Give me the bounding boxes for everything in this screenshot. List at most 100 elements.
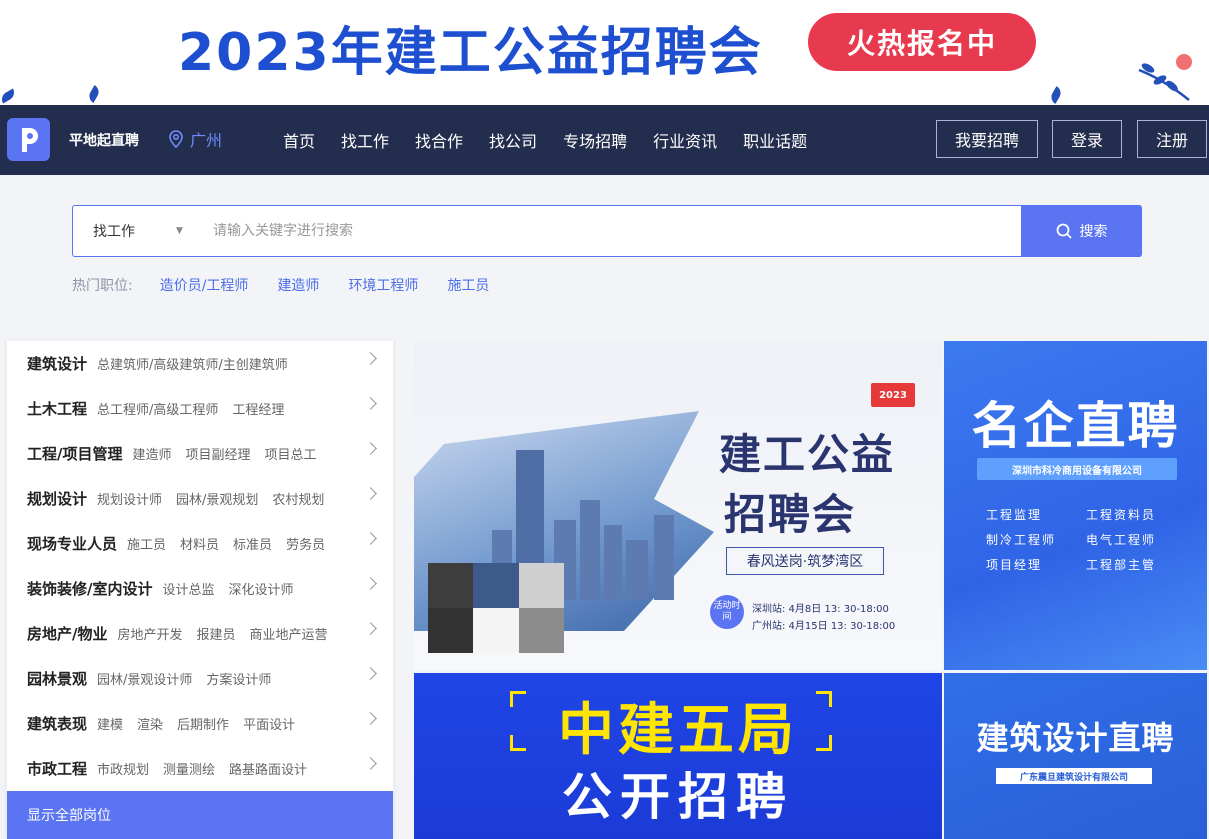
ad-main-title-line1: 建工公益	[719, 430, 896, 479]
category-name: 土木工程	[27, 400, 88, 418]
search-type-dropdown[interactable]: 找工作 ▼	[73, 206, 203, 256]
category-name: 工程/项目管理	[27, 445, 123, 463]
nav-link-special-recruitment[interactable]: 专场招聘	[550, 128, 640, 152]
category-sub-link[interactable]: 路基路面设计	[229, 759, 307, 778]
chevron-right-icon	[364, 487, 377, 500]
search-button-label: 搜索	[1079, 224, 1108, 240]
nav-link-industry-news[interactable]: 行业资讯	[640, 128, 730, 152]
category-row[interactable]: 规划设计 规划设计师 园林/景观规划 农村规划	[7, 476, 393, 521]
nav-link-find-company[interactable]: 找公司	[476, 128, 550, 152]
qr-code-image[interactable]	[428, 563, 564, 653]
login-button[interactable]: 登录	[1052, 120, 1122, 158]
hot-jobs: 热门职位: 造价员/工程师 建造师 环境工程师 施工员	[72, 275, 518, 295]
category-sub-link[interactable]: 市政规划	[97, 759, 149, 778]
city-label: 广州	[190, 131, 223, 150]
category-row[interactable]: 土木工程 总工程师/高级工程师 工程经理	[7, 386, 393, 431]
category-sub-link[interactable]: 园林/景观规划	[176, 489, 258, 508]
cscec-recruitment-ad[interactable]: 中建五局 公开招聘	[414, 673, 942, 839]
ad-job-title: 制冷工程师	[986, 533, 1057, 547]
category-name: 市政工程	[27, 760, 88, 778]
category-sub-link[interactable]: 项目副经理	[186, 444, 251, 463]
brand-name[interactable]: 平地起直聘	[69, 130, 139, 150]
nav-link-find-partner[interactable]: 找合作	[402, 128, 476, 152]
search-button[interactable]: 搜索	[1021, 205, 1142, 257]
search-icon	[1056, 223, 1072, 239]
nav-link-home[interactable]: 首页	[270, 128, 328, 152]
category-row[interactable]: 园林景观 园林/景观设计师 方案设计师	[7, 656, 393, 701]
category-sub-link[interactable]: 渲染	[137, 714, 163, 733]
category-sub-link[interactable]: 设计总监	[162, 579, 214, 598]
architecture-design-ad[interactable]: 建筑设计直聘 广东震旦建筑设计有限公司	[944, 673, 1207, 839]
category-row[interactable]: 建筑表现 建模 渲染 后期制作 平面设计	[7, 701, 393, 746]
hot-job-link[interactable]: 施工员	[447, 275, 489, 295]
category-sub-link[interactable]: 总工程师/高级工程师	[97, 399, 218, 418]
category-row[interactable]: 市政工程 市政规划 测量测绘 路基路面设计	[7, 746, 393, 791]
job-category-panel: 建筑设计 总建筑师/高级建筑师/主创建筑师 土木工程 总工程师/高级工程师 工程…	[7, 341, 393, 839]
category-row[interactable]: 工程/项目管理 建造师 项目副经理 项目总工	[7, 431, 393, 476]
category-row[interactable]: 装饰装修/室内设计 设计总监 深化设计师	[7, 566, 393, 611]
category-name: 规划设计	[27, 490, 88, 508]
search-input[interactable]	[213, 214, 1013, 248]
hot-job-link[interactable]: 造价员/工程师	[160, 275, 249, 295]
category-sub-link[interactable]: 园林/景观设计师	[97, 669, 192, 688]
site-logo-icon[interactable]	[7, 118, 50, 161]
nav-link-career-topics[interactable]: 职业话题	[730, 128, 820, 152]
chevron-right-icon	[364, 757, 377, 770]
ad-job-title: 工程资料员	[1086, 508, 1157, 522]
ad-job-title: 工程部主管	[1086, 558, 1157, 572]
category-sub-link[interactable]: 商业地产运营	[250, 624, 328, 643]
top-nav: 平地起直聘 广州 首页 找工作 找合作 找公司 专场招聘 行业资讯 职业话题 我…	[0, 105, 1209, 175]
category-name: 建筑设计	[27, 355, 88, 373]
category-sub-link[interactable]: 后期制作	[177, 714, 229, 733]
category-sub-link[interactable]: 平面设计	[243, 714, 295, 733]
nav-link-find-job[interactable]: 找工作	[328, 128, 402, 152]
main-carousel-banner[interactable]: 2023 建工公益 招聘会 春风送岗·筑梦湾区 活动时间 深圳站: 4月8日 1…	[414, 341, 942, 670]
category-sub-link[interactable]: 建造师	[132, 444, 171, 463]
building-shape	[626, 540, 648, 600]
caret-down-icon: ▼	[176, 226, 183, 236]
category-sub-link[interactable]: 总建筑师/高级建筑师/主创建筑师	[97, 354, 288, 373]
chevron-right-icon	[364, 712, 377, 725]
ad-job-title: 工程监理	[986, 508, 1043, 522]
category-row[interactable]: 房地产/物业 房地产开发 报建员 商业地产运营	[7, 611, 393, 656]
leaf-decoration-icon	[0, 88, 17, 104]
register-button[interactable]: 注册	[1137, 120, 1207, 158]
category-sub-link[interactable]: 深化设计师	[229, 579, 294, 598]
category-sub-link[interactable]: 施工员	[127, 534, 166, 553]
ad-job-title: 项目经理	[986, 558, 1043, 572]
category-sub-link[interactable]: 测量测绘	[163, 759, 215, 778]
session-time: 广州站: 4月15日 13: 30-18:00	[752, 621, 896, 632]
session-time: 深圳站: 4月8日 13: 30-18:00	[752, 604, 889, 615]
famous-company-ad[interactable]: 名企直聘 深圳市科冷商用设备有限公司 工程监理 工程资料员 制冷工程师 电气工程…	[944, 341, 1207, 670]
leaf-decoration-icon	[1048, 86, 1064, 104]
building-shape	[654, 515, 674, 600]
category-row[interactable]: 现场专业人员 施工员 材料员 标准员 劳务员	[7, 521, 393, 566]
hot-job-link[interactable]: 建造师	[277, 275, 319, 295]
category-row[interactable]: 建筑设计 总建筑师/高级建筑师/主创建筑师	[7, 341, 393, 386]
category-sub-link[interactable]: 标准员	[233, 534, 272, 553]
category-sub-link[interactable]: 工程经理	[232, 399, 284, 418]
show-all-jobs-button[interactable]: 显示全部岗位	[7, 791, 393, 839]
category-sub-link[interactable]: 项目总工	[265, 444, 317, 463]
ad-main-title-line2: 招聘会	[724, 490, 857, 539]
city-selector[interactable]: 广州	[168, 127, 222, 151]
ad-main-slogan: 春风送岗·筑梦湾区	[726, 547, 884, 575]
category-sub-link[interactable]: 规划设计师	[97, 489, 162, 508]
hot-job-link[interactable]: 环境工程师	[348, 275, 418, 295]
category-sub-link[interactable]: 建模	[97, 714, 123, 733]
category-sub-link[interactable]: 房地产开发	[117, 624, 182, 643]
banner-title: 2023年建工公益招聘会	[178, 23, 763, 83]
category-sub-link[interactable]: 材料员	[180, 534, 219, 553]
category-sub-link[interactable]: 方案设计师	[206, 669, 271, 688]
category-sub-link[interactable]: 报建员	[197, 624, 236, 643]
category-sub-link[interactable]: 劳务员	[286, 534, 325, 553]
banner-signup-badge[interactable]: 火热报名中	[808, 13, 1036, 71]
chevron-right-icon	[364, 667, 377, 680]
cscec-subtitle: 公开招聘	[562, 768, 794, 826]
category-name: 园林景观	[27, 670, 88, 688]
hot-jobs-label: 热门职位:	[72, 278, 133, 294]
top-banner[interactable]: 2023年建工公益招聘会 火热报名中	[0, 0, 1209, 105]
post-job-button[interactable]: 我要招聘	[936, 120, 1038, 158]
category-name: 建筑表现	[27, 715, 88, 733]
category-sub-link[interactable]: 农村规划	[272, 489, 324, 508]
